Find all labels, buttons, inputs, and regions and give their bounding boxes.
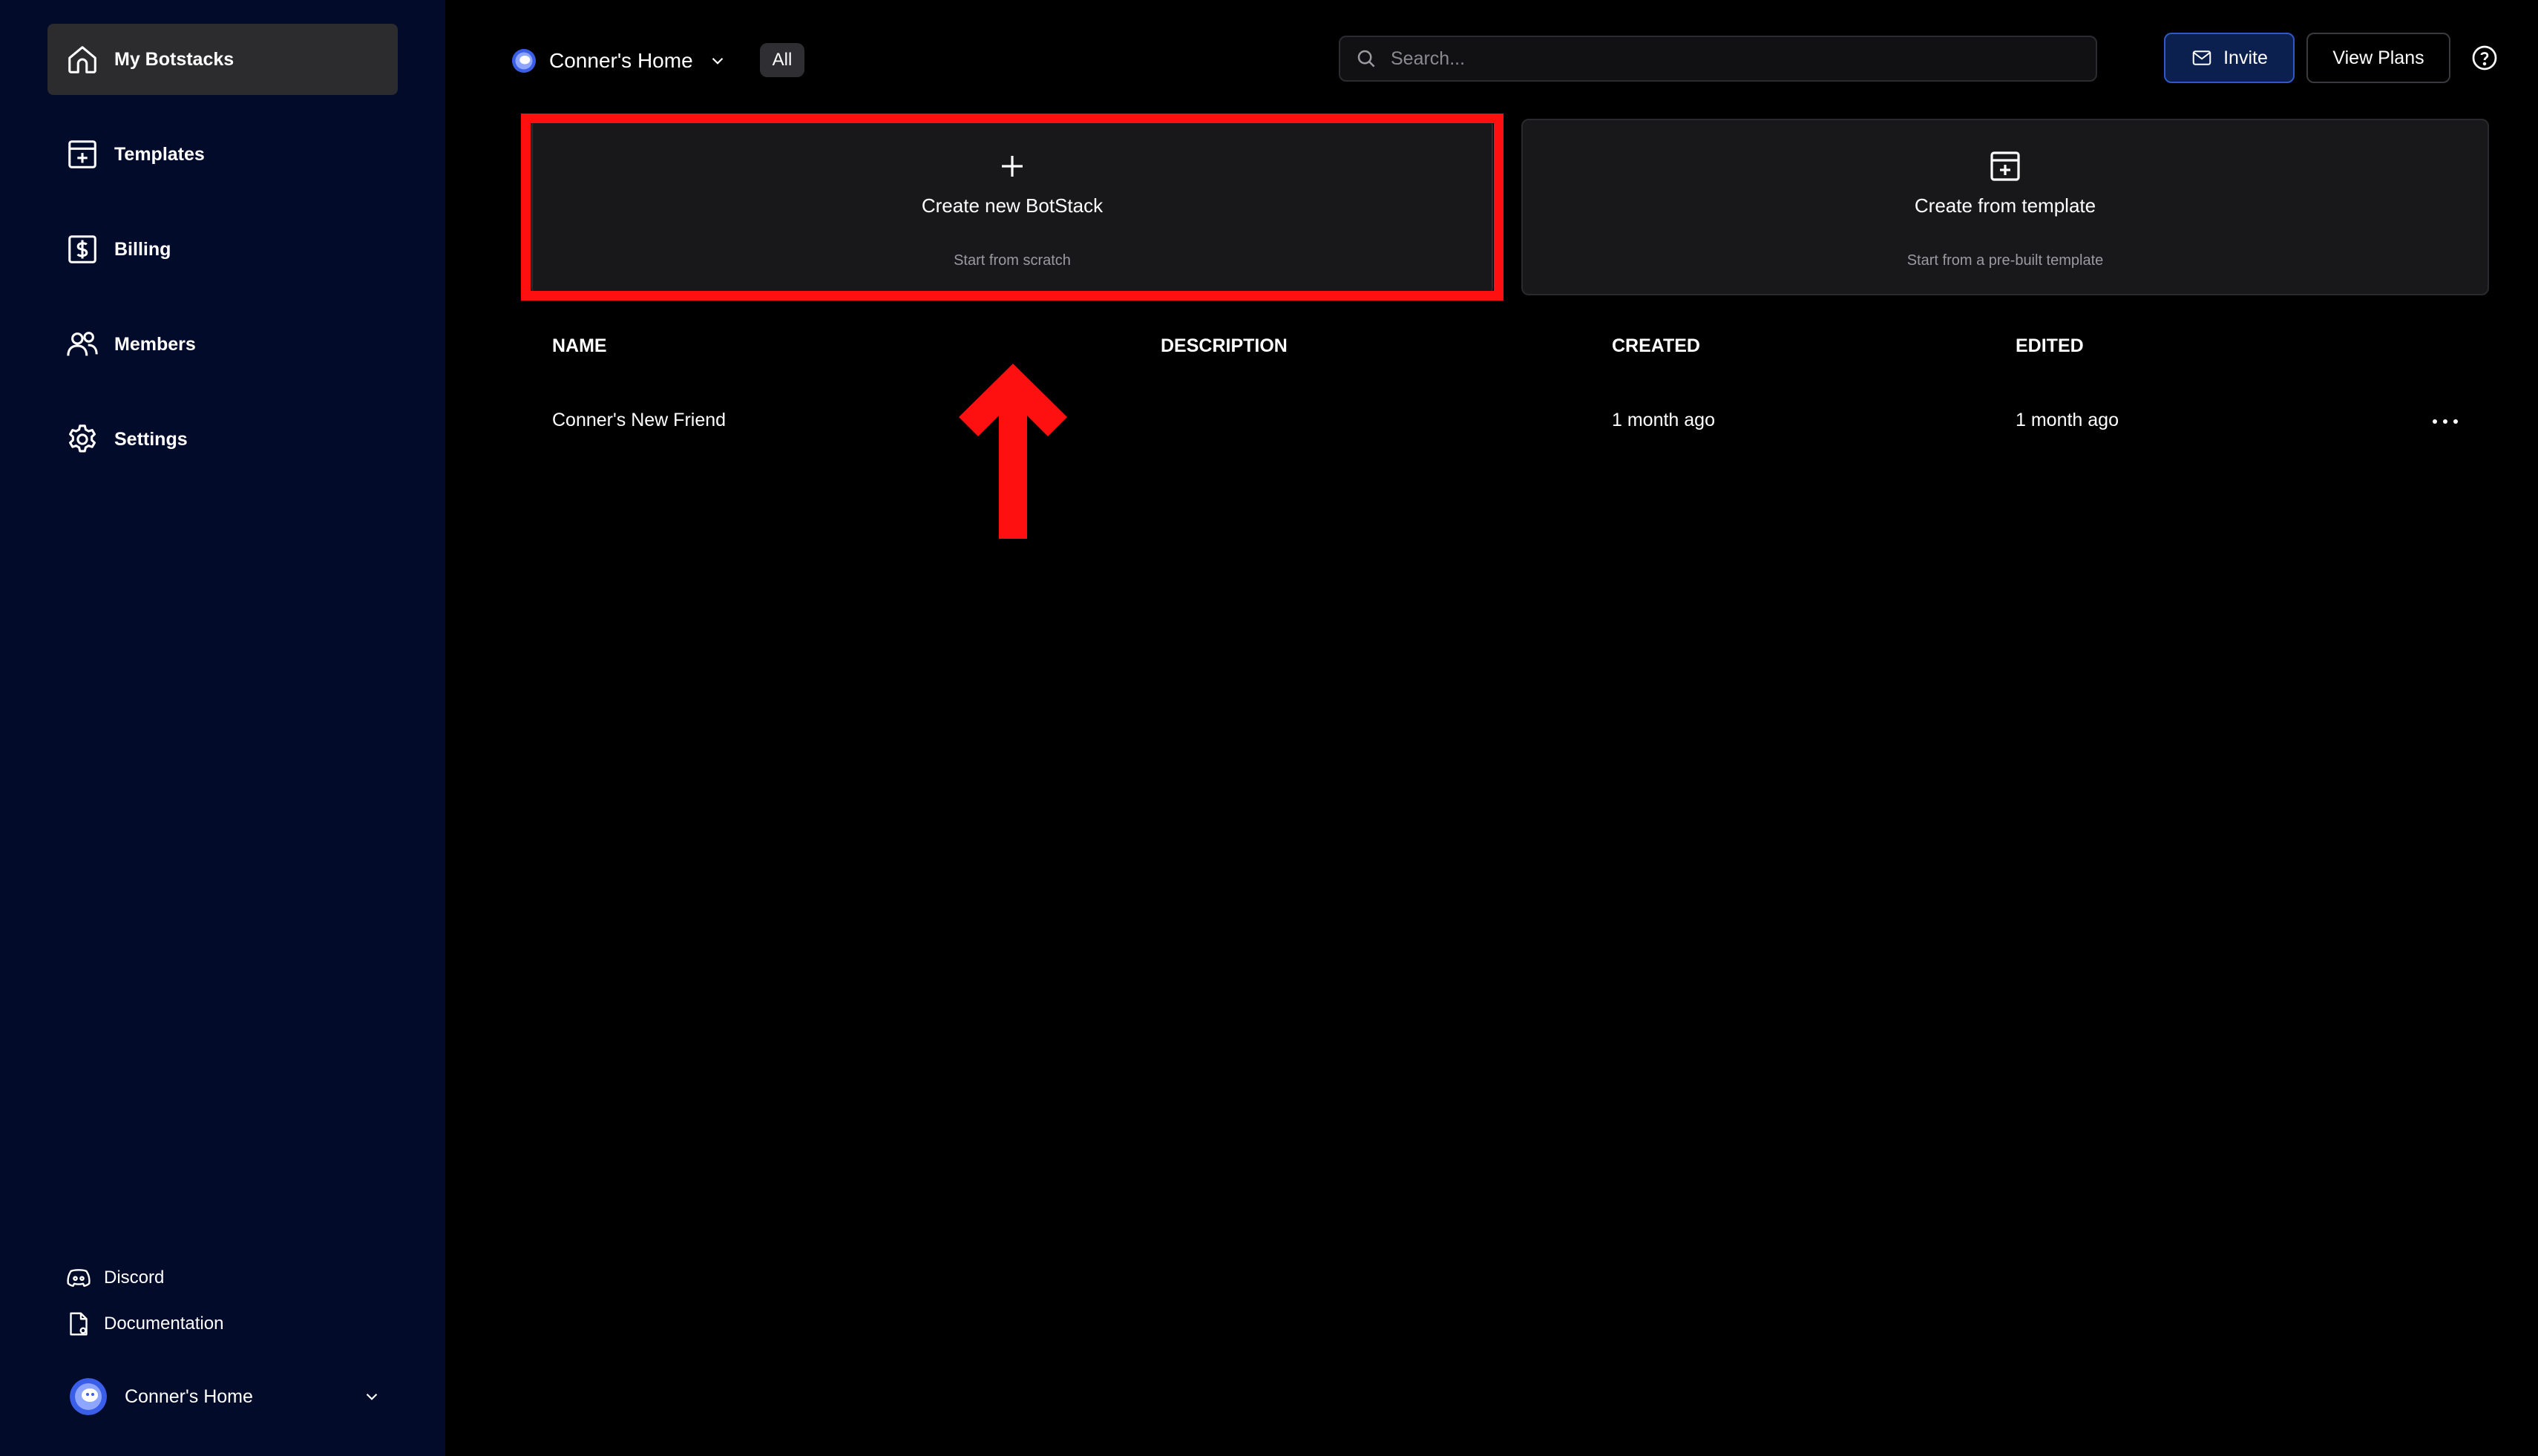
card-subtitle: Start from scratch: [954, 252, 1071, 269]
create-from-template-card[interactable]: Create from template Start from a pre-bu…: [1521, 119, 2489, 295]
dollar-icon: [68, 235, 96, 263]
sidebar-item-label: Members: [114, 333, 196, 355]
sidebar-item-label: Settings: [114, 428, 188, 450]
workspace-switcher[interactable]: Conner's Home: [70, 1374, 381, 1419]
more-options-icon[interactable]: [2427, 407, 2464, 436]
sidebar-item-label: Templates: [114, 143, 205, 165]
workspace-avatar-icon: [512, 49, 536, 73]
template-icon: [1990, 151, 2020, 181]
discord-link[interactable]: Discord: [65, 1265, 164, 1291]
row-created: 1 month ago: [1612, 410, 1715, 430]
documentation-link[interactable]: Documentation: [65, 1311, 223, 1337]
card-subtitle: Start from a pre-built template: [1906, 252, 2104, 269]
chevron-down-icon: [366, 1393, 378, 1400]
card-title: Create from template: [1914, 194, 2096, 217]
sidebar-item-billing[interactable]: Billing: [47, 214, 398, 285]
view-plans-button[interactable]: View Plans: [2306, 33, 2450, 83]
sidebar: My Botstacks Templates Billing Members S…: [0, 0, 445, 1456]
search-input[interactable]: [1389, 47, 2060, 70]
filter-all-pill[interactable]: All: [760, 43, 804, 77]
workspace-avatar-icon: [70, 1378, 107, 1415]
sidebar-item-my-botstacks[interactable]: My Botstacks: [47, 24, 398, 95]
row-name[interactable]: Conner's New Friend: [552, 410, 726, 431]
discord-label: Discord: [104, 1268, 165, 1288]
column-header-name[interactable]: NAME: [552, 335, 607, 357]
column-header-edited[interactable]: EDITED: [2016, 335, 2084, 357]
row-edited: 1 month ago: [2016, 410, 2119, 430]
invite-button[interactable]: Invite: [2164, 33, 2295, 83]
document-icon: [70, 1312, 88, 1336]
plus-icon: [1002, 156, 1023, 177]
workspace-selector[interactable]: Conner's Home: [512, 40, 727, 82]
card-title: Create new BotStack: [921, 194, 1104, 217]
table-row[interactable]: [521, 386, 2488, 457]
documentation-label: Documentation: [104, 1314, 224, 1334]
template-icon: [68, 140, 96, 168]
sidebar-item-label: My Botstacks: [114, 48, 235, 70]
workspace-name: Conner's Home: [125, 1386, 253, 1407]
invite-label: Invite: [2223, 47, 2268, 68]
search-icon: [1357, 50, 1375, 68]
help-icon[interactable]: [2471, 45, 2498, 71]
users-icon: [67, 332, 98, 356]
create-new-botstack-card[interactable]: Create new BotStack Start from scratch: [531, 119, 1493, 295]
sidebar-item-label: Billing: [114, 238, 171, 260]
home-icon: [68, 46, 96, 73]
column-header-description[interactable]: DESCRIPTION: [1161, 335, 1288, 357]
gear-icon: [68, 424, 96, 453]
workspace-selector-label: Conner's Home: [549, 49, 693, 72]
sidebar-item-templates[interactable]: Templates: [47, 119, 398, 190]
sidebar-item-settings[interactable]: Settings: [47, 404, 398, 475]
search-bar[interactable]: [1339, 36, 2097, 82]
chevron-down-icon: [712, 57, 723, 65]
sidebar-item-members[interactable]: Members: [47, 309, 398, 380]
column-header-created[interactable]: CREATED: [1612, 335, 1700, 357]
discord-icon: [67, 1269, 91, 1287]
mail-icon: [2192, 50, 2211, 65]
